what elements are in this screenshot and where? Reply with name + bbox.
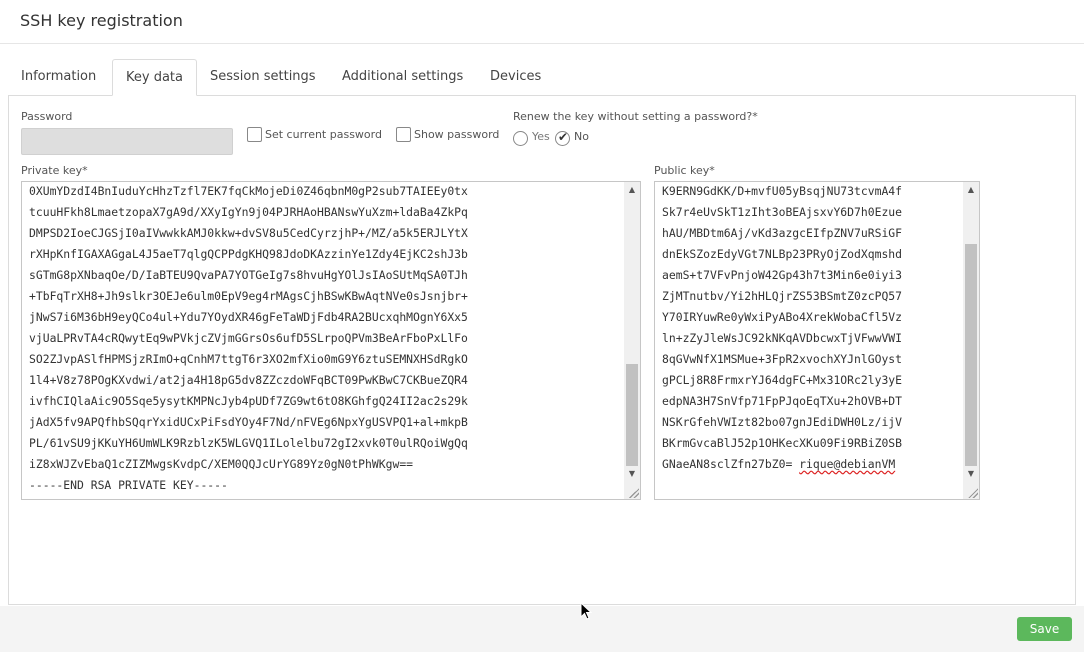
public-key-line: hAU/MBDtm6Aj/vKd3azgcEIfpZNV7uRSiGF bbox=[662, 226, 903, 240]
public-key-line: NSKrGfehVWIzt82bo07gnJEdiDWH0Lz/ijV bbox=[662, 415, 903, 429]
public-key-comment: rique@debianVM bbox=[799, 457, 896, 471]
renew-no-radio[interactable]: ✔ bbox=[555, 130, 570, 146]
public-key-scrollbar[interactable]: ▲ ▼ bbox=[963, 182, 979, 499]
public-key-textarea[interactable]: K9ERN9GdKK/D+mvfU05yBsqjNU73tcvmA4f Sk7r4… bbox=[654, 181, 980, 500]
public-key-label: Public key* bbox=[654, 164, 715, 177]
password-label: Password bbox=[21, 110, 73, 123]
renew-no-label: No bbox=[574, 130, 589, 143]
private-key-line: DMPSD2IoeCJGSjI0aIVwwkkAMJ0kkw+dvSV8u5Ce… bbox=[29, 226, 468, 240]
private-key-line: 1l4+V8z78POgKXvdwi/at2ja4H18pG5dv8ZZczdo… bbox=[29, 373, 468, 387]
private-key-label: Private key* bbox=[21, 164, 88, 177]
private-key-line: SO2ZJvpASlfHPMSjzRImO+qCnhM7ttgT6r3XO2mf… bbox=[29, 352, 468, 366]
tab-key-data[interactable]: Key data bbox=[112, 59, 197, 96]
renew-question-label: Renew the key without setting a password… bbox=[513, 110, 758, 123]
private-key-textarea[interactable]: 0XUmYDzdI4BnIuduYcHhzTzfl7EK7fqCkMojeDi0… bbox=[21, 181, 641, 500]
public-key-line: 8qGVwNfX1MSMue+3FpR2xvochXYJnlGOyst bbox=[662, 352, 903, 366]
scroll-up-icon[interactable]: ▲ bbox=[963, 182, 979, 198]
resize-grip-icon[interactable] bbox=[968, 488, 978, 498]
private-key-line: sGTmG8pXNbaqOe/D/IaBTEU9QvaPA7YOTGeIg7s8… bbox=[29, 268, 468, 282]
checkmark-icon: ✔ bbox=[558, 130, 569, 144]
renew-yes-label: Yes bbox=[532, 130, 550, 143]
scroll-thumb[interactable] bbox=[626, 364, 638, 466]
tab-devices[interactable]: Devices bbox=[477, 59, 554, 96]
public-key-line: GNaeAN8sclZfn27bZ0= rique@debianVM bbox=[662, 457, 896, 471]
renew-yes-radio[interactable] bbox=[513, 131, 528, 146]
private-key-line: +TbFqTrXH8+Jh9slkr3OEJe6ulm0EpV9eg4rMAgs… bbox=[29, 289, 468, 303]
dialog-title: SSH key registration bbox=[20, 11, 183, 30]
private-key-line: PL/61vSU9jKKuYH6UmWLK9RzblzK5WLGVQ1ILole… bbox=[29, 436, 468, 450]
private-key-line: jNwS7i6M36bH9eyQCo4ul+Ydu7YOydXR46gFeTaW… bbox=[29, 310, 468, 324]
private-key-line: ivfhCIQlaAic9O5Sqe5ysytKMPNcJyb4pUDf7ZG9… bbox=[29, 394, 468, 408]
private-key-text: 0XUmYDzdI4BnIuduYcHhzTzfl7EK7fqCkMojeDi0… bbox=[29, 182, 468, 496]
private-key-line: jAdX5fv9APQfhbSQqrYxidUCxPiFsdYOy4F7Nd/n… bbox=[29, 415, 468, 429]
private-key-line: iZ8xWJZvEbaQ1cZIZMwgsKvdpC/XEM0QQJcUrYG8… bbox=[29, 457, 414, 471]
public-key-line: aemS+t7VFvPnjoW42Gp43h7t3Min6e0iyi3 bbox=[662, 268, 903, 282]
show-password-label: Show password bbox=[414, 128, 500, 141]
save-button[interactable]: Save bbox=[1017, 617, 1072, 641]
private-key-line: -----END RSA PRIVATE KEY----- bbox=[29, 478, 228, 492]
tab-information[interactable]: Information bbox=[8, 59, 109, 96]
tab-session-settings[interactable]: Session settings bbox=[197, 59, 329, 96]
public-key-line: BKrmGvcaBlJ52p1OHKecXKu09Fi9RBiZ0SB bbox=[662, 436, 903, 450]
scroll-thumb[interactable] bbox=[965, 244, 977, 466]
private-key-line: 0XUmYDzdI4BnIuduYcHhzTzfl7EK7fqCkMojeDi0… bbox=[29, 184, 468, 198]
public-key-line: Y70IRYuwRe0yWxiPyABo4XrekWobaCfl5Vz bbox=[662, 310, 903, 324]
dialog-header: SSH key registration bbox=[0, 0, 1084, 44]
public-key-line: gPCLj8R8FrmxrYJ64dgFC+Mx31ORc2ly3yE bbox=[662, 373, 903, 387]
mouse-cursor-icon bbox=[580, 602, 592, 620]
public-key-text: K9ERN9GdKK/D+mvfU05yBsqjNU73tcvmA4f Sk7r4… bbox=[662, 182, 903, 475]
scroll-up-icon[interactable]: ▲ bbox=[624, 182, 640, 198]
public-key-line: ln+zZyJleWsJC92kNKqAVDbcwxTjVFwwVWI bbox=[662, 331, 903, 345]
public-key-line: dnEkSZozEdyVGt7NLBp23PRyOjZodXqmshd bbox=[662, 247, 903, 261]
private-key-scrollbar[interactable]: ▲ ▼ bbox=[624, 182, 640, 499]
set-current-password-label: Set current password bbox=[265, 128, 382, 141]
private-key-line: tcuuHFkh8LmaetzopaX7gA9d/XXyIgYn9j04PJRH… bbox=[29, 205, 468, 219]
password-field[interactable] bbox=[21, 128, 233, 155]
scroll-down-icon[interactable]: ▼ bbox=[963, 466, 979, 482]
public-key-line: ZjMTnutbv/Yi2hHLQjrZS53BSmtZ0zcPQ57 bbox=[662, 289, 903, 303]
public-key-line: K9ERN9GdKK/D+mvfU05yBsqjNU73tcvmA4f bbox=[662, 184, 903, 198]
private-key-line: rXHpKnfIGAXAGgaL4J5aeT7qlgQCPPdgKHQ98Jdo… bbox=[29, 247, 468, 261]
public-key-line: edpNA3H7SnVfp71FpPJqoEqTXu+2hOVB+DT bbox=[662, 394, 903, 408]
dialog-footer bbox=[0, 606, 1084, 652]
tab-additional-settings[interactable]: Additional settings bbox=[329, 59, 476, 96]
resize-grip-icon[interactable] bbox=[629, 488, 639, 498]
show-password-checkbox[interactable] bbox=[396, 127, 411, 142]
scroll-down-icon[interactable]: ▼ bbox=[624, 466, 640, 482]
public-key-line: Sk7r4eUvSkT1zIht3oBEAjsxvY6D7h0Ezue bbox=[662, 205, 903, 219]
set-current-password-checkbox[interactable] bbox=[247, 127, 262, 142]
private-key-line: vjUaLPRvTA4cRQwytEq9wPVkjcZVjmGGrsOs6ufD… bbox=[29, 331, 468, 345]
